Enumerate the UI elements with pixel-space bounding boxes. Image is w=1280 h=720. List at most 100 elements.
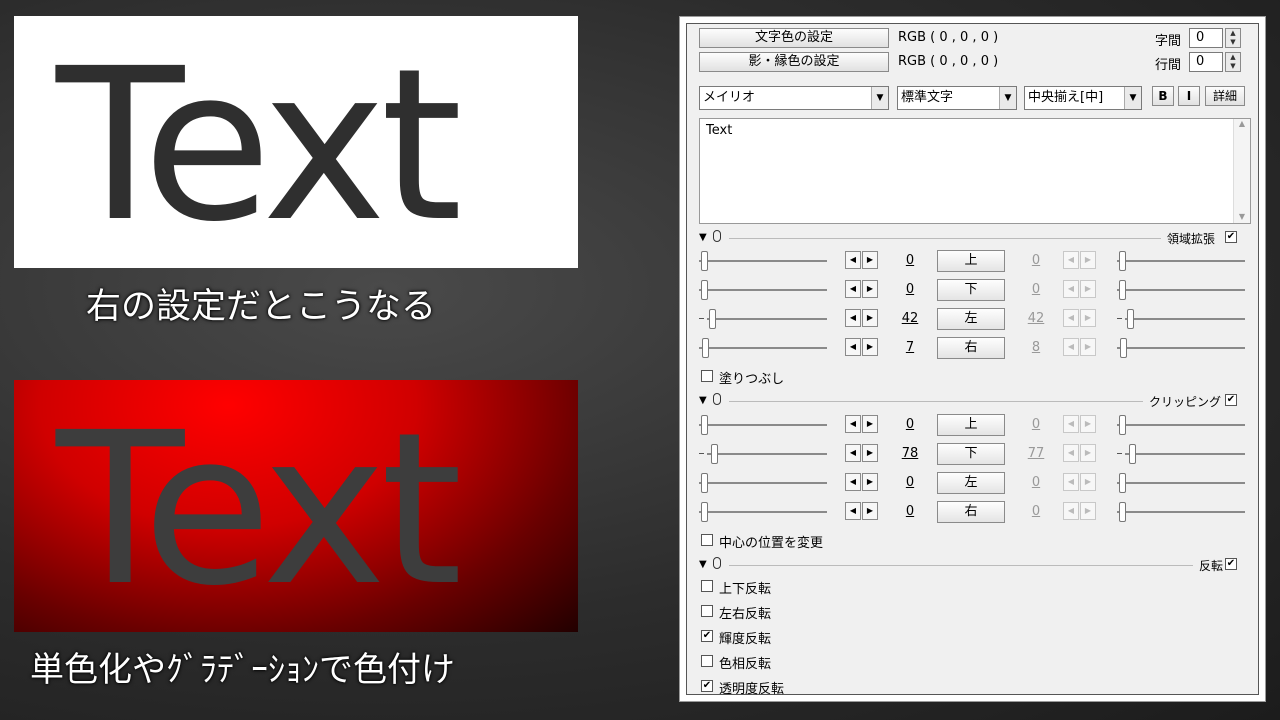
value-left[interactable]: 42 [895,311,925,326]
slider-thumb[interactable] [701,502,708,522]
value-left[interactable]: 0 [895,417,925,432]
slider-left[interactable] [699,278,827,302]
direction-button-top[interactable]: 上 [937,414,1005,436]
direction-button-bottom[interactable]: 下 [937,443,1005,465]
slider-left[interactable] [699,500,827,524]
slider-right[interactable] [1117,442,1245,466]
arrow-right-icon[interactable]: ▶ [862,338,878,356]
slider-right[interactable] [1117,413,1245,437]
value-left[interactable]: 7 [895,340,925,355]
style-select[interactable]: 標準文字 ▼ [897,86,1017,110]
step-arrows-left[interactable]: ◀ ▶ [845,473,879,493]
slider-thumb[interactable] [1129,444,1136,464]
section-flip-checkbox[interactable]: ✔ [1225,558,1237,570]
bold-button[interactable]: B [1152,86,1174,106]
direction-button-left[interactable]: 左 [937,472,1005,494]
invert-alpha-checkbox[interactable]: ✔ [701,680,713,692]
slider-thumb[interactable] [1119,251,1126,271]
arrow-left-icon[interactable]: ◀ [845,338,861,356]
collapse-triangle-icon[interactable]: ▼ [699,232,707,243]
italic-button[interactable]: I [1178,86,1200,106]
shadow-color-button[interactable]: 影・縁色の設定 [699,52,889,72]
char-spacing-input[interactable]: 0 [1189,28,1223,48]
invert-hue-checkbox[interactable] [701,655,713,667]
arrow-left-icon[interactable]: ◀ [845,502,861,520]
slider-right[interactable] [1117,500,1245,524]
flip-horizontal-checkbox[interactable] [701,605,713,617]
arrow-right-icon[interactable]: ▶ [862,415,878,433]
text-input[interactable]: Text ▲ ▼ [699,118,1251,224]
slider-thumb[interactable] [1119,502,1126,522]
direction-button-left[interactable]: 左 [937,308,1005,330]
arrow-left-icon[interactable]: ◀ [845,444,861,462]
slider-thumb[interactable] [1119,280,1126,300]
slider-thumb[interactable] [701,415,708,435]
step-arrows-left[interactable]: ◀ ▶ [845,338,879,358]
arrow-right-icon[interactable]: ▶ [862,280,878,298]
value-left[interactable]: 0 [895,282,925,297]
slider-thumb[interactable] [701,473,708,493]
direction-button-right[interactable]: 右 [937,337,1005,359]
arrow-left-icon[interactable]: ◀ [845,251,861,269]
slider-right[interactable] [1117,249,1245,273]
slider-thumb[interactable] [709,309,716,329]
line-spacing-input[interactable]: 0 [1189,52,1223,72]
slider-left[interactable] [699,307,827,331]
direction-button-top[interactable]: 上 [937,250,1005,272]
slider-thumb[interactable] [1119,473,1126,493]
section-clip-checkbox[interactable]: ✔ [1225,394,1237,406]
slider-left[interactable] [699,249,827,273]
slider-right[interactable] [1117,471,1245,495]
value-left[interactable]: 78 [895,446,925,461]
slider-thumb[interactable] [1127,309,1134,329]
collapse-triangle-icon[interactable]: ▼ [699,559,707,570]
step-arrows-left[interactable]: ◀ ▶ [845,280,879,300]
center-checkbox[interactable] [701,534,713,546]
align-select[interactable]: 中央揃え[中] ▼ [1024,86,1142,110]
arrow-left-icon[interactable]: ◀ [845,415,861,433]
direction-button-right[interactable]: 右 [937,501,1005,523]
fill-checkbox[interactable] [701,370,713,382]
value-left[interactable]: 0 [895,475,925,490]
invert-luminance-checkbox[interactable]: ✔ [701,630,713,642]
slider-thumb[interactable] [1119,415,1126,435]
slider-right[interactable] [1117,307,1245,331]
step-arrows-left[interactable]: ◀ ▶ [845,415,879,435]
arrow-left-icon[interactable]: ◀ [845,280,861,298]
slider-thumb[interactable] [701,280,708,300]
section-flip-header[interactable]: ▼ 反転 ✔ [699,557,1251,573]
step-arrows-left[interactable]: ◀ ▶ [845,444,879,464]
slider-left[interactable] [699,442,827,466]
value-left[interactable]: 0 [895,504,925,519]
value-left[interactable]: 0 [895,253,925,268]
slider-left[interactable] [699,336,827,360]
step-arrows-left[interactable]: ◀ ▶ [845,251,879,271]
step-arrows-left[interactable]: ◀ ▶ [845,309,879,329]
slider-right[interactable] [1117,278,1245,302]
arrow-right-icon[interactable]: ▶ [862,444,878,462]
slider-right[interactable] [1117,336,1245,360]
arrow-right-icon[interactable]: ▶ [862,251,878,269]
arrow-left-icon[interactable]: ◀ [845,309,861,327]
section-expand-checkbox[interactable]: ✔ [1225,231,1237,243]
collapse-triangle-icon[interactable]: ▼ [699,395,707,406]
detail-button[interactable]: 詳細 [1205,86,1245,106]
direction-button-bottom[interactable]: 下 [937,279,1005,301]
slider-thumb[interactable] [702,338,709,358]
slider-thumb[interactable] [701,251,708,271]
text-input-scrollbar[interactable]: ▲ ▼ [1233,119,1250,223]
slider-left[interactable] [699,471,827,495]
section-clip-header[interactable]: ▼ クリッピング ✔ [699,393,1251,409]
font-select[interactable]: メイリオ ▼ [699,86,889,110]
arrow-right-icon[interactable]: ▶ [862,309,878,327]
text-color-button[interactable]: 文字色の設定 [699,28,889,48]
arrow-right-icon[interactable]: ▶ [862,473,878,491]
step-arrows-left[interactable]: ◀ ▶ [845,502,879,522]
flip-vertical-checkbox[interactable] [701,580,713,592]
arrow-left-icon[interactable]: ◀ [845,473,861,491]
char-spacing-spinner[interactable]: ▲ ▼ [1225,28,1241,48]
section-expand-header[interactable]: ▼ 領域拡張 ✔ [699,230,1251,246]
line-spacing-spinner[interactable]: ▲ ▼ [1225,52,1241,72]
arrow-right-icon[interactable]: ▶ [862,502,878,520]
slider-left[interactable] [699,413,827,437]
